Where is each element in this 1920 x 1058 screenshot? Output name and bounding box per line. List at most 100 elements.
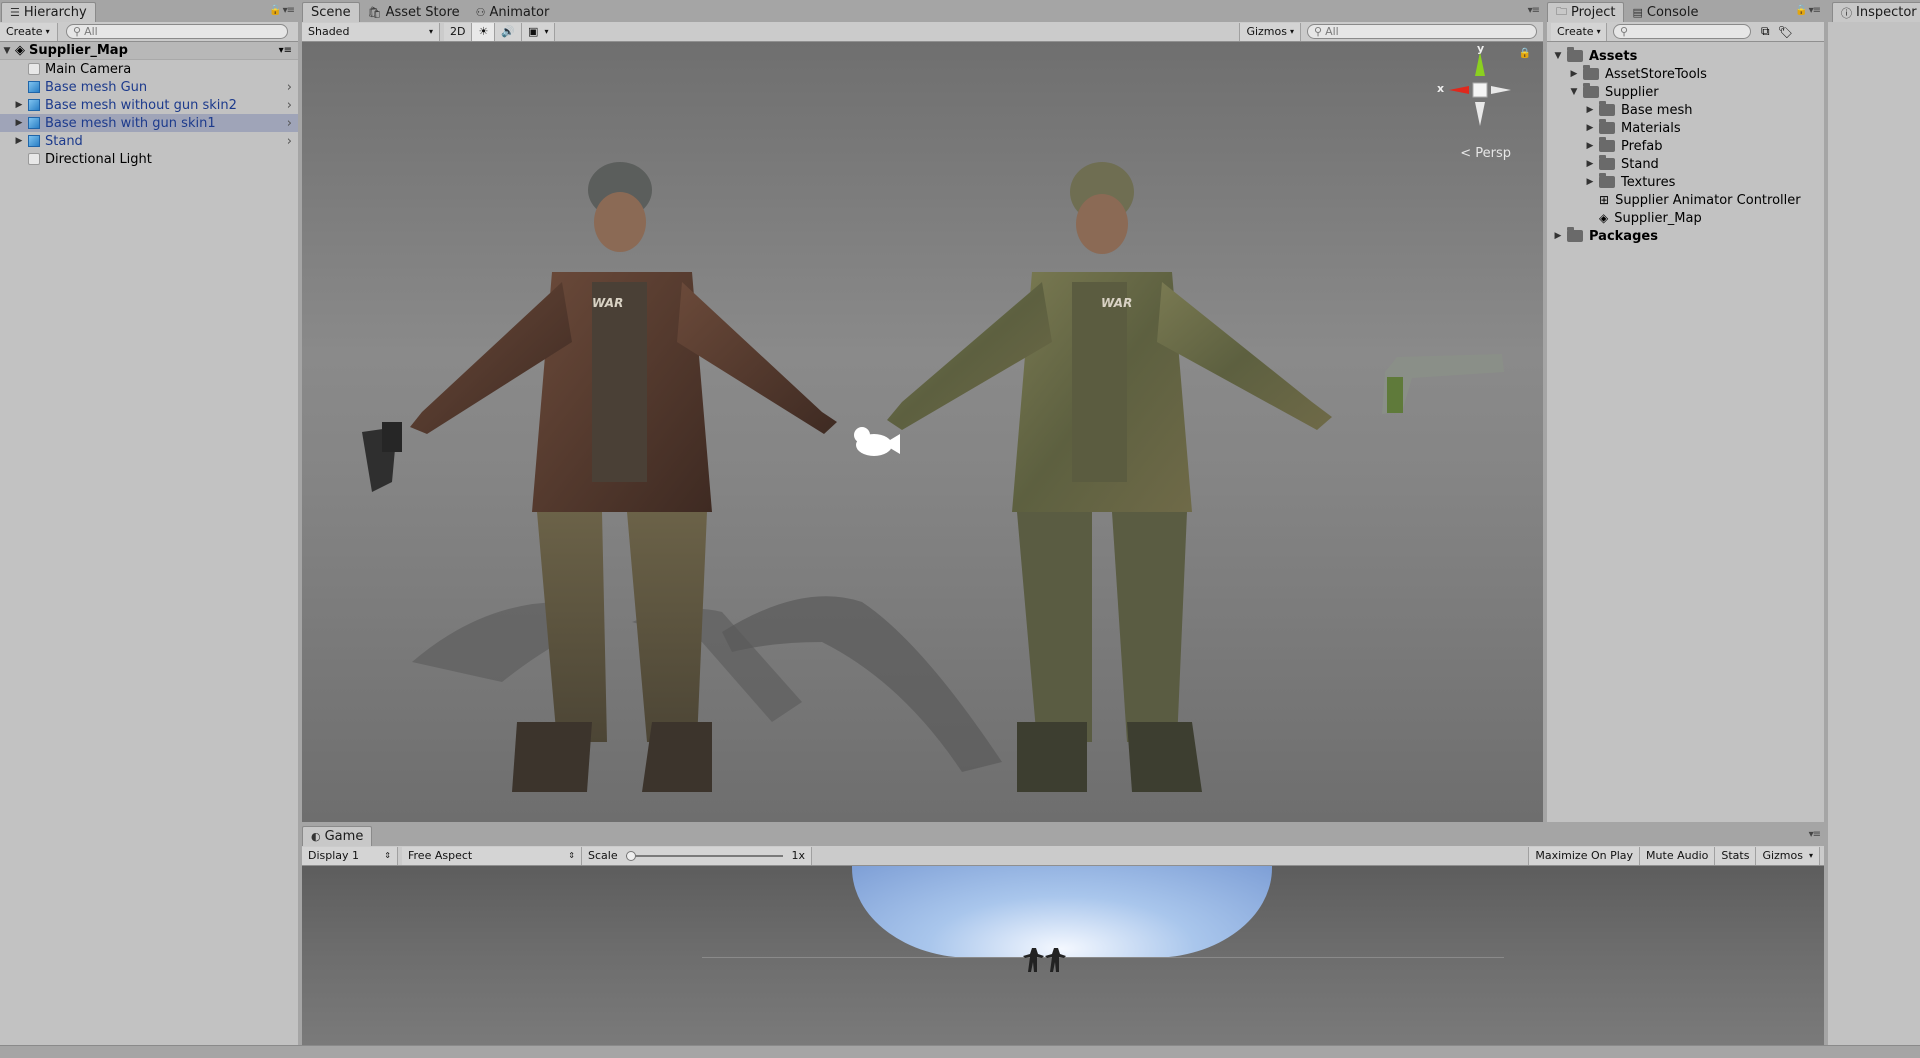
project-search-input[interactable]: ⚲ — [1613, 24, 1751, 39]
tab-hierarchy[interactable]: ☰ Hierarchy — [1, 2, 96, 22]
expand-arrow-icon[interactable]: ▼ — [1553, 51, 1563, 61]
expand-arrow-icon[interactable]: ▶ — [1585, 105, 1595, 115]
panel-menu-icon[interactable]: 🔒 ▾≡ — [1795, 5, 1821, 16]
project-create-dropdown[interactable]: Create ▾ — [1551, 22, 1607, 41]
prefab-icon — [28, 117, 40, 129]
hierarchy-item-directional-light[interactable]: Directional Light — [0, 150, 298, 168]
game-controller-icon: ◐ — [311, 830, 321, 843]
gizmos-dropdown[interactable]: Gizmos ▾ — [1239, 22, 1301, 41]
tab-asset-store[interactable]: 🛍 Asset Store — [360, 2, 468, 22]
expand-arrow-icon[interactable]: ▶ — [1585, 123, 1595, 133]
scale-slider[interactable] — [625, 850, 784, 861]
expand-arrow-icon[interactable]: ▼ — [1569, 87, 1579, 97]
project-tree-assetstoretools[interactable]: ▶ AssetStoreTools — [1547, 65, 1824, 83]
hierarchy-item-label: Base mesh Gun — [45, 79, 148, 95]
maximize-on-play-button[interactable]: Maximize On Play — [1528, 846, 1641, 865]
expand-arrow-icon[interactable]: ▶ — [14, 118, 24, 128]
hierarchy-tabbar: ☰ Hierarchy 🔒 ▾≡ — [0, 0, 298, 22]
tab-console[interactable]: ▤ Console — [1624, 2, 1706, 22]
expand-arrow-icon[interactable]: ▶ — [14, 100, 24, 110]
persp-label: Persp — [1475, 146, 1511, 161]
expand-arrow-icon[interactable]: ▶ — [14, 136, 24, 146]
panel-menu-icon[interactable]: 🔒 ▾≡ — [269, 5, 295, 16]
prefab-icon — [28, 99, 40, 111]
hierarchy-search-input[interactable]: ⚲ All — [66, 24, 288, 39]
scene-root-row[interactable]: ▼ ◈ Supplier_Map ▾≡ — [0, 42, 298, 60]
maximize-label: Maximize On Play — [1535, 849, 1634, 862]
project-tree-assets[interactable]: ▼ Assets — [1547, 47, 1824, 65]
project-tree-animator-controller[interactable]: ⊞ Supplier Animator Controller — [1547, 191, 1824, 209]
tab-console-label: Console — [1646, 4, 1699, 20]
updown-arrow-icon: ⇕ — [384, 851, 391, 860]
folder-icon — [1599, 155, 1615, 170]
lighting-toggle[interactable]: ☀ — [472, 22, 496, 41]
project-tree-packages[interactable]: ▶ Packages — [1547, 227, 1824, 245]
tab-game[interactable]: ◐ Game — [302, 826, 373, 846]
hierarchy-item-base-mesh-gun[interactable]: Base mesh Gun › — [0, 78, 298, 96]
hierarchy-item-main-camera[interactable]: Main Camera — [0, 60, 298, 78]
audio-toggle[interactable]: 🔊 — [495, 22, 523, 41]
hierarchy-item-label: Main Camera — [45, 61, 132, 77]
project-tree-supplier[interactable]: ▼ Supplier — [1547, 83, 1824, 101]
display-label: Display 1 — [308, 849, 360, 862]
chevron-right-icon[interactable]: › — [287, 98, 292, 113]
hierarchy-item-base-mesh-with-gun[interactable]: ▶ Base mesh with gun skin1 › — [0, 114, 298, 132]
filter-by-label-icon[interactable]: 🏷 — [1778, 25, 1793, 39]
gameobject-icon — [28, 153, 40, 165]
tab-scene[interactable]: Scene — [302, 2, 360, 22]
shading-mode-label: Shaded — [308, 25, 350, 38]
display-dropdown[interactable]: Display 1 ⇕ — [302, 846, 398, 865]
slider-thumb[interactable] — [625, 850, 636, 861]
folder-icon — [1599, 137, 1615, 152]
tab-inspector[interactable]: ⓘ Inspector — [1832, 2, 1920, 22]
panel-menu-icon[interactable]: ▾≡ — [1528, 5, 1540, 16]
shading-mode-dropdown[interactable]: Shaded ▾ — [302, 22, 440, 41]
tree-label: Supplier Animator Controller — [1615, 192, 1801, 208]
hierarchy-toolbar: Create ▾ ⚲ All — [0, 22, 298, 42]
game-viewport[interactable] — [302, 866, 1824, 1045]
tab-animator[interactable]: ⚇ Animator — [468, 2, 558, 22]
console-icon: ▤ — [1632, 5, 1643, 19]
expand-arrow-icon[interactable]: ▶ — [1553, 231, 1563, 241]
project-tree-materials[interactable]: ▶ Materials — [1547, 119, 1824, 137]
effects-dropdown[interactable]: ▣ ▾ — [522, 22, 556, 41]
stats-button[interactable]: Stats — [1715, 846, 1757, 865]
tab-project-label: Project — [1571, 5, 1616, 20]
tab-inspector-label: Inspector — [1856, 5, 1917, 20]
lock-icon[interactable]: 🔒 — [1519, 48, 1531, 59]
unity-scene-icon: ◈ — [1599, 211, 1609, 225]
expand-arrow-icon[interactable]: ▶ — [1585, 159, 1595, 169]
scene-orientation-gizmo[interactable]: y x 🔒 — [1435, 42, 1531, 128]
tab-project[interactable]: 🗀 Project — [1547, 2, 1625, 22]
chevron-right-icon[interactable]: › — [287, 134, 292, 149]
scene-search-input[interactable]: ⚲ All — [1307, 24, 1537, 39]
create-dropdown[interactable]: Create ▾ — [0, 22, 58, 41]
scene-menu-icon[interactable]: ▾≡ — [279, 45, 292, 56]
chevron-right-icon[interactable]: › — [287, 80, 292, 95]
expand-arrow-icon[interactable]: ▼ — [2, 46, 12, 56]
game-gizmos-label: Gizmos — [1762, 849, 1803, 862]
project-tree-stand[interactable]: ▶ Stand — [1547, 155, 1824, 173]
aspect-dropdown[interactable]: Free Aspect ⇕ — [402, 846, 582, 865]
tree-label: Prefab — [1621, 138, 1663, 154]
slider-track — [625, 854, 784, 857]
project-tree-prefab[interactable]: ▶ Prefab — [1547, 137, 1824, 155]
project-tree-base-mesh[interactable]: ▶ Base mesh — [1547, 101, 1824, 119]
filter-by-type-icon[interactable]: ⧉ — [1761, 24, 1770, 39]
game-gizmos-dropdown[interactable]: Gizmos ▾ — [1756, 846, 1820, 865]
panel-menu-icon[interactable]: ▾≡ — [1809, 829, 1821, 840]
scene-viewport[interactable]: y x 🔒 < Persp — [302, 42, 1543, 822]
tree-label: Materials — [1621, 120, 1681, 136]
expand-arrow-icon[interactable]: ▶ — [1569, 69, 1579, 79]
project-tree-textures[interactable]: ▶ Textures — [1547, 173, 1824, 191]
toggle-2d-button[interactable]: 2D — [444, 22, 473, 41]
mute-audio-button[interactable]: Mute Audio — [1640, 846, 1716, 865]
project-tree-supplier-map[interactable]: ◈ Supplier_Map — [1547, 209, 1824, 227]
hierarchy-item-base-mesh-without-gun[interactable]: ▶ Base mesh without gun skin2 › — [0, 96, 298, 114]
hierarchy-item-stand[interactable]: ▶ Stand › — [0, 132, 298, 150]
expand-arrow-icon[interactable]: ▶ — [1585, 141, 1595, 151]
chevron-right-icon[interactable]: › — [287, 116, 292, 131]
expand-arrow-icon[interactable]: ▶ — [1585, 177, 1595, 187]
hierarchy-item-label: Base mesh with gun skin1 — [45, 115, 216, 131]
perspective-toggle[interactable]: < Persp — [1460, 146, 1511, 161]
